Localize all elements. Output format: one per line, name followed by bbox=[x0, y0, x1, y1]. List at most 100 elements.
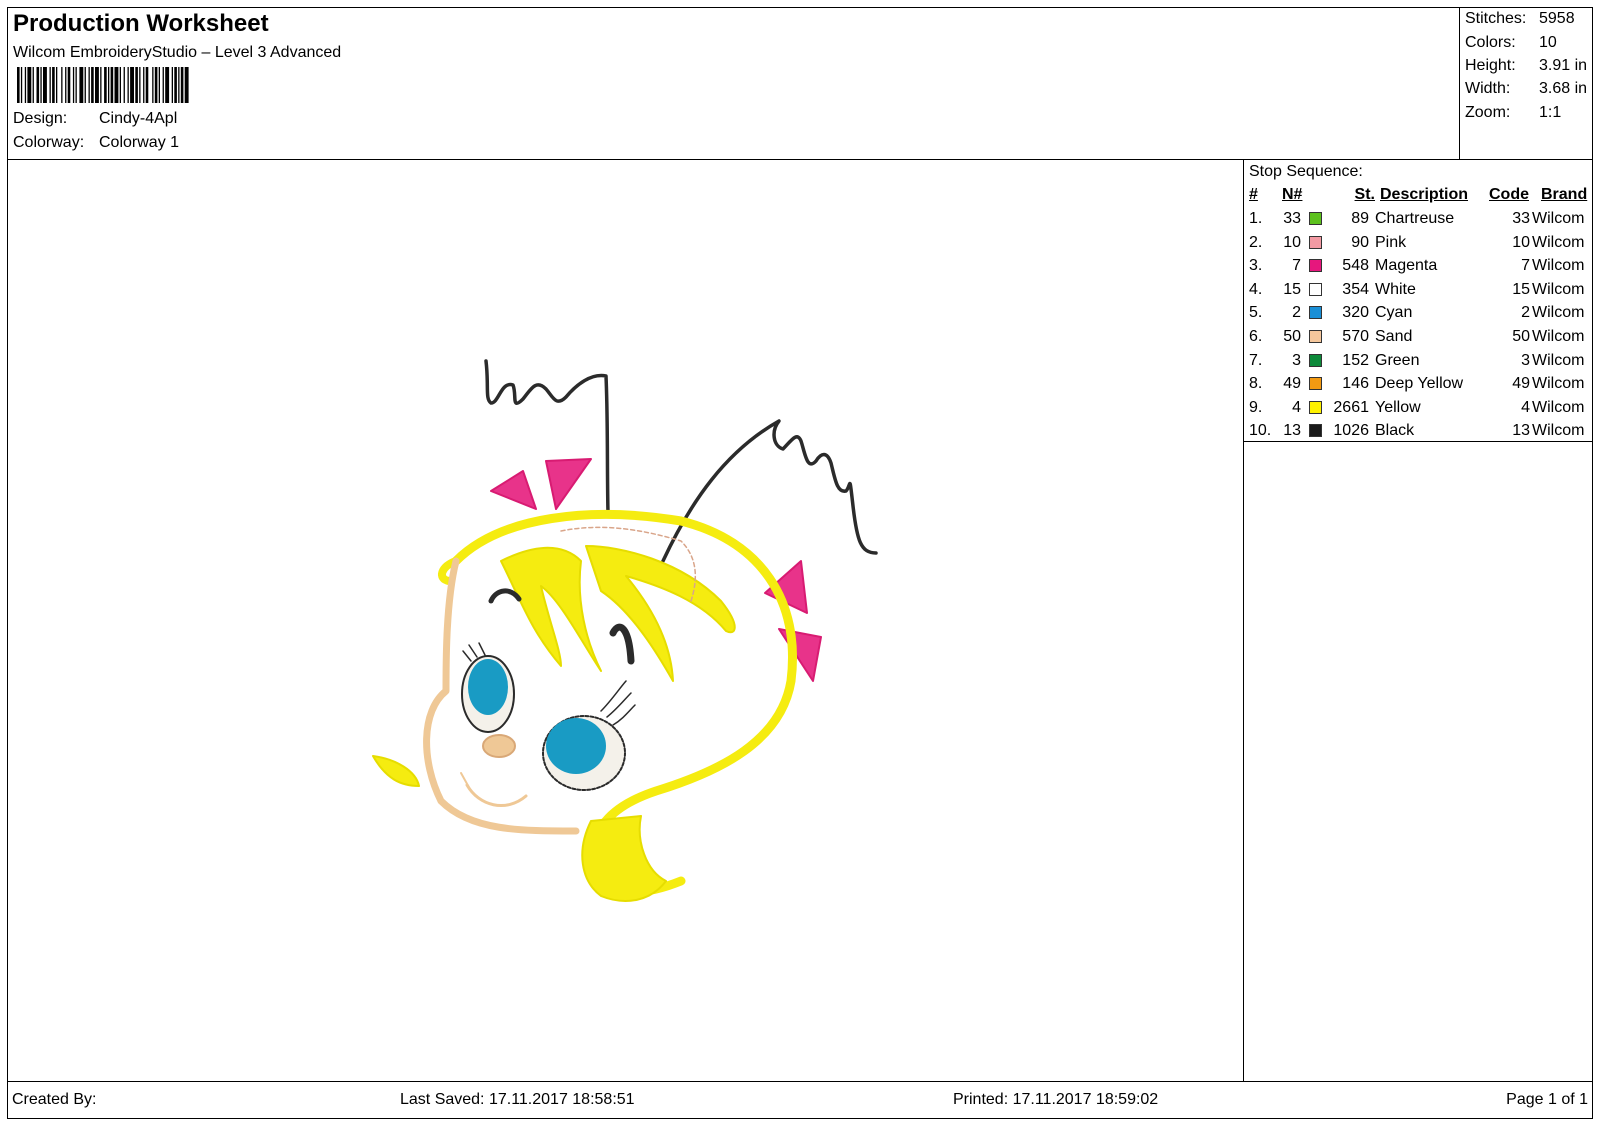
row-brand: Wilcom bbox=[1532, 210, 1585, 227]
design-label: Design: bbox=[13, 110, 68, 127]
height-row: Height: 3.91 in bbox=[1465, 57, 1587, 75]
color-swatch bbox=[1309, 212, 1322, 225]
row-needle: 33 bbox=[1283, 210, 1301, 227]
row-index: 9. bbox=[1249, 398, 1263, 416]
color-swatch bbox=[1309, 353, 1322, 367]
row-brand: Wilcom bbox=[1532, 351, 1585, 369]
width-value: 3.68 in bbox=[1539, 80, 1588, 97]
row-code: 50 bbox=[1512, 328, 1530, 345]
row-stitches: 152 bbox=[1342, 351, 1369, 369]
color-swatch bbox=[1309, 424, 1322, 438]
color-swatch bbox=[1309, 282, 1322, 296]
zoom-row: Zoom: 1:1 bbox=[1465, 104, 1561, 122]
row-code: 33 bbox=[1512, 210, 1530, 227]
zoom-label: Zoom: bbox=[1465, 104, 1511, 121]
row-needle: 49 bbox=[1283, 375, 1301, 393]
row-index: 8. bbox=[1249, 375, 1263, 393]
color-swatch bbox=[1309, 235, 1322, 249]
row-needle: 4 bbox=[1292, 398, 1301, 416]
design-stats: Stitches: 5958 Colors: 10 Height: 3.91 in W… bbox=[1459, 8, 1593, 159]
row-needle: 10 bbox=[1283, 233, 1301, 251]
row-stitches: 354 bbox=[1342, 280, 1369, 298]
col-header-description: Description bbox=[1380, 186, 1469, 203]
row-code: 3 bbox=[1521, 351, 1530, 369]
row-description: Cyan bbox=[1375, 304, 1413, 322]
row-code: 7 bbox=[1521, 257, 1530, 275]
row-needle: 15 bbox=[1283, 280, 1301, 298]
row-code: 2 bbox=[1521, 304, 1530, 322]
stitches-row: Stitches: 5958 bbox=[1465, 10, 1575, 28]
row-index: 5. bbox=[1249, 304, 1263, 322]
row-description: Chartreuse bbox=[1375, 210, 1455, 227]
row-needle: 13 bbox=[1283, 422, 1301, 440]
row-stitches: 89 bbox=[1351, 210, 1369, 227]
row-stitches: 320 bbox=[1342, 304, 1369, 322]
row-description: Pink bbox=[1375, 233, 1407, 251]
worksheet-body: Stop Sequence: # N# St. Description Code… bbox=[8, 159, 1592, 1081]
printed-date: Printed: 17.11.2017 18:59:02 bbox=[953, 1091, 1159, 1108]
row-needle: 3 bbox=[1292, 351, 1301, 369]
software-name: Wilcom EmbroideryStudio – Level 3 Advanc… bbox=[13, 44, 342, 61]
row-brand: Wilcom bbox=[1532, 280, 1585, 298]
stop-sequence-table: # N# St. Description Code Brand 1. 33 89 Ch… bbox=[1244, 183, 1592, 442]
col-header-brand: Brand bbox=[1541, 186, 1588, 203]
row-description: White bbox=[1375, 280, 1416, 298]
stop-sequence-title: Stop Sequence: bbox=[1249, 163, 1363, 180]
height-label: Height: bbox=[1465, 57, 1516, 74]
row-index: 3. bbox=[1249, 257, 1263, 275]
row-code: 13 bbox=[1512, 422, 1530, 440]
page-title: Production Worksheet bbox=[13, 10, 269, 37]
zoom-value: 1:1 bbox=[1539, 104, 1562, 121]
stitches-label: Stitches: bbox=[1465, 10, 1527, 27]
colorway-label: Colorway: bbox=[13, 134, 85, 151]
col-header-code: Code bbox=[1489, 186, 1529, 203]
worksheet-footer: Created By: Last Saved: 17.11.2017 18:58… bbox=[8, 1081, 1592, 1119]
color-swatch bbox=[1309, 330, 1322, 343]
row-needle: 2 bbox=[1292, 304, 1301, 322]
color-swatch bbox=[1309, 400, 1322, 414]
row-description: Yellow bbox=[1375, 398, 1421, 416]
row-index: 10. bbox=[1249, 422, 1272, 440]
colors-value: 10 bbox=[1539, 34, 1557, 51]
row-description: Black bbox=[1375, 422, 1415, 440]
row-stitches: 2661 bbox=[1333, 398, 1369, 416]
row-needle: 50 bbox=[1283, 328, 1301, 345]
last-saved: Last Saved: 17.11.2017 18:58:51 bbox=[400, 1091, 635, 1108]
row-stitches: 570 bbox=[1342, 328, 1369, 345]
row-stitches: 146 bbox=[1342, 375, 1369, 393]
row-code: 4 bbox=[1521, 398, 1530, 416]
row-description: Sand bbox=[1375, 328, 1413, 345]
row-code: 49 bbox=[1512, 375, 1530, 393]
colorway-value: Colorway 1 bbox=[99, 134, 180, 151]
row-index: 1. bbox=[1249, 210, 1263, 227]
col-header-needle: N# bbox=[1282, 186, 1303, 203]
row-brand: Wilcom bbox=[1532, 233, 1585, 251]
row-index: 6. bbox=[1249, 328, 1263, 345]
stop-sequence-panel: Stop Sequence: # N# St. Description Code… bbox=[1244, 159, 1592, 1081]
color-swatch bbox=[1309, 259, 1322, 273]
row-description: Deep Yellow bbox=[1375, 375, 1464, 393]
row-brand: Wilcom bbox=[1532, 422, 1585, 440]
stitches-value: 5958 bbox=[1539, 10, 1575, 27]
col-header-index: # bbox=[1249, 186, 1258, 203]
page-number: Page 1 of 1 bbox=[1506, 1091, 1588, 1108]
row-needle: 7 bbox=[1292, 257, 1301, 275]
row-brand: Wilcom bbox=[1532, 328, 1585, 345]
row-code: 10 bbox=[1512, 233, 1530, 251]
design-preview bbox=[8, 159, 1244, 1081]
embroidery-design-image bbox=[372, 359, 878, 902]
row-brand: Wilcom bbox=[1532, 304, 1585, 322]
worksheet-header: Production Worksheet Wilcom EmbroiderySt… bbox=[8, 8, 1592, 160]
row-index: 2. bbox=[1249, 233, 1263, 251]
row-brand: Wilcom bbox=[1532, 398, 1585, 416]
barcode-image bbox=[17, 67, 189, 103]
created-by: Created By: bbox=[12, 1091, 97, 1108]
colors-label: Colors: bbox=[1465, 34, 1516, 51]
design-row: Design: Cindy-4Apl bbox=[13, 110, 177, 128]
colors-row: Colors: 10 bbox=[1465, 34, 1557, 52]
row-brand: Wilcom bbox=[1532, 257, 1585, 275]
colorway-row: Colorway: Colorway 1 bbox=[13, 134, 179, 152]
row-description: Green bbox=[1375, 351, 1420, 369]
row-brand: Wilcom bbox=[1532, 375, 1585, 393]
row-stitches: 90 bbox=[1351, 233, 1369, 251]
